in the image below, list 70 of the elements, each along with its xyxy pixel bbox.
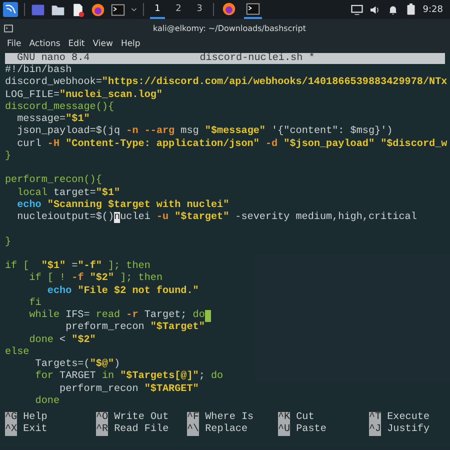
code-line: preform_recon "$Target" [64,322,205,334]
workspace-switcher[interactable]: 2 [171,0,186,19]
firefox-icon[interactable] [222,2,236,16]
monitor-icon[interactable] [350,4,363,16]
code-line: curl -H "Content-Type: application/json" -d "$json_payload" "$discord_w [16,138,448,151]
clock[interactable]: 9:28 [422,4,447,14]
menu-item[interactable]: View [92,39,113,49]
editor-version: GNU nano 8.4 [17,53,90,64]
terminal-icon[interactable] [246,2,260,16]
code-line: discord_webhook="https://discord.com/api/webhooks/1401866539883429978/NTx [5,77,448,90]
code-line: } [5,150,12,163]
code-line: discord_message(){ [5,102,114,114]
code-line: else [5,346,30,359]
code-line: local target="$1" [16,188,120,200]
kali-menu-icon[interactable] [3,2,18,17]
menu-item[interactable]: Edit [68,39,85,49]
code-line: perform_recon(){ [5,175,102,188]
code-line: for TARGET in "$Targets[@]"; do [34,371,224,384]
shortcut-label: Replace [205,424,248,436]
code-line: message="$1" [16,114,90,126]
shortcut-label: Write Out [114,412,169,424]
shortcut-label: Justify [387,424,430,436]
workspace-switcher[interactable]: 3 [192,0,207,19]
desktop-icon[interactable] [31,2,45,16]
code-line: while IFS= read -r Target; do [28,310,205,322]
code-line: Targets=("$@") [34,359,120,370]
folder-icon[interactable] [51,2,65,16]
code-line: } [5,236,12,249]
shortcut-label: Where Is [205,412,254,424]
code-line: #!/bin/bash [5,65,72,76]
code-line: perform_recon "$TARGET" [59,384,199,396]
bell-icon[interactable] [386,4,399,16]
shortcut-label: Execute [387,412,430,424]
shortcut-label: Exit [23,424,48,436]
volume-icon[interactable] [368,4,381,16]
code-line: echo "Scanning $target with nuclei" [16,200,230,212]
terminal-icon [4,24,13,32]
shortcut-label: Read File [114,424,169,436]
code-line: if [ "$1" ="-f" ]; then [5,261,150,272]
shortcut-label: Help [23,412,48,424]
text-editor-icon[interactable] [71,2,85,16]
shortcut-key: ^G [5,412,18,424]
code-line: fi [28,298,42,310]
shortcut-key: ^\ [187,424,200,436]
code-line: done < "$2" [28,334,96,347]
shortcut-key: ^X [5,424,18,436]
menu-item[interactable]: File [7,39,22,49]
code-line: echo "File $2 not found." [46,286,199,298]
firefox-icon[interactable] [91,2,105,16]
menu-item[interactable]: Actions [29,39,60,49]
battery-icon[interactable] [404,3,417,16]
code-line: nucleioutput=$()nuclei -u "$target" -severity medium,high,critical [16,212,417,224]
shortcut-key: ^J [369,424,382,436]
terminal-icon[interactable] [111,2,125,16]
shortcut-label: Cut [296,412,314,424]
shortcut-key: ^T [369,412,382,424]
shortcut-label: Paste [296,424,326,436]
code-line: done [34,396,60,408]
shortcut-key: ^R [96,424,108,436]
shortcut-key: ^U [278,424,290,436]
window-title: kali@elkomy: ~/Downloads/bashscript [152,24,307,32]
caret-icon[interactable] [131,6,137,12]
shortcut-key: ^K [278,412,290,424]
file-name: discord-nuclei.sh * [200,53,315,64]
shortcut-key: ^F [187,412,200,424]
shortcut-key: ^O [96,412,108,424]
code-line: LOG_FILE="nuclei_scan.log" [5,90,162,102]
code-line: if [ ! -f "$2" ]; then [28,273,163,286]
menu-item[interactable]: Help [120,39,140,49]
code-line: json_payload=$(jq -n --arg msg "$message" '{"content": $msg}') [16,126,393,138]
